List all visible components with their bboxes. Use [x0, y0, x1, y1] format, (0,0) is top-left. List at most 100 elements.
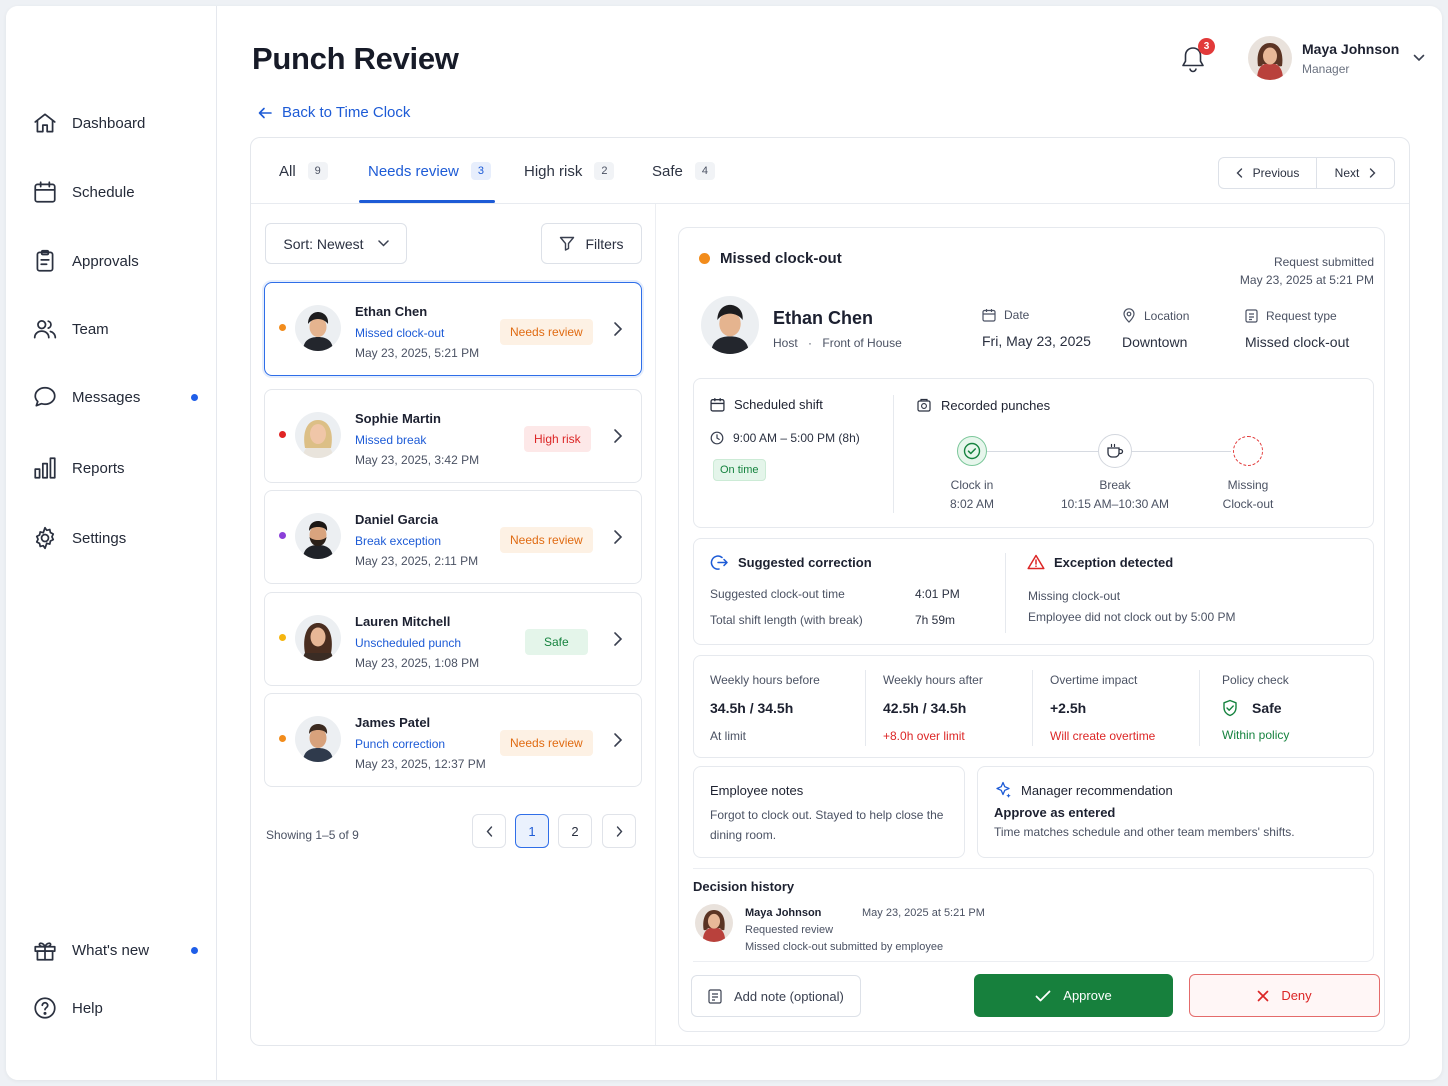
gift-icon	[34, 942, 56, 961]
exception-label: Exception detected	[1054, 554, 1174, 570]
manager-recommendation-section: Manager recommendation Approve as entere…	[977, 766, 1374, 858]
chevron-right-icon	[614, 429, 623, 443]
add-note-input[interactable]: Add note (optional)	[691, 975, 861, 1017]
next-button[interactable]: Next	[1317, 158, 1394, 188]
calendar-icon	[34, 181, 56, 203]
metric-weekly-before: Weekly hours before 34.5h / 34.5h At lim…	[710, 673, 820, 743]
meta-request-type: Request type Missed clock-out	[1245, 308, 1349, 351]
status-dot	[279, 634, 286, 641]
sparkle-icon	[996, 781, 1011, 798]
note-icon	[708, 988, 722, 1004]
event-type: Missed break	[355, 433, 427, 447]
hours-metrics-section: Weekly hours before 34.5h / 34.5h At lim…	[693, 655, 1374, 758]
sidebar-item-whats-new[interactable]: What's new	[32, 935, 198, 965]
clipboard-icon	[1245, 309, 1258, 323]
avatar	[295, 615, 341, 661]
filters-label: Filters	[585, 235, 624, 252]
new-dot	[191, 947, 198, 954]
approve-button[interactable]: Approve	[974, 974, 1173, 1017]
employee-name: James Patel	[355, 715, 431, 730]
metric-label: Overtime impact	[1050, 673, 1138, 687]
metric-value: Safe	[1252, 700, 1282, 716]
tab-high-risk[interactable]: High risk 2	[524, 160, 615, 182]
punch-label: Missing	[1227, 478, 1269, 492]
metric-sub: Within policy	[1222, 728, 1290, 742]
status-badge: Safe	[525, 629, 588, 655]
employee-notes-section: Employee notes Forgot to clock out. Stay…	[693, 766, 965, 858]
filters-button[interactable]: Filters	[541, 223, 642, 264]
history-detail: Missed clock-out submitted by employee	[745, 941, 944, 953]
next-label: Next	[1334, 166, 1360, 180]
calendar-icon	[710, 398, 725, 412]
warning-icon	[1027, 554, 1045, 570]
clock-icon	[710, 431, 724, 445]
exception-line-1: Missing clock-out	[1028, 589, 1121, 603]
sidebar-item-messages[interactable]: Messages	[32, 382, 198, 412]
sidebar-item-help[interactable]: Help	[32, 993, 198, 1023]
chevron-left-icon	[486, 825, 492, 837]
divider	[1032, 670, 1033, 746]
users-icon	[33, 320, 57, 339]
punch-clock-icon	[917, 398, 931, 412]
correction-section: Suggested correction Suggested clock-out…	[693, 538, 1374, 645]
user-menu[interactable]: Maya Johnson Manager	[1248, 36, 1425, 80]
user-role: Manager	[1302, 61, 1350, 76]
page-prev-button[interactable]	[472, 814, 506, 848]
tab-safe[interactable]: Safe 4	[652, 160, 715, 182]
back-to-time-clock-link[interactable]: Back to Time Clock	[258, 104, 410, 121]
tab-needs-review[interactable]: Needs review 3	[368, 160, 491, 182]
list-item[interactable]: James Patel Punch correction May 23, 202…	[264, 693, 642, 787]
event-type: Punch correction	[355, 737, 446, 751]
punch-detail-panel: Missed clock-out Request submitted May 2…	[678, 227, 1385, 1032]
event-datetime: May 23, 2025, 3:42 PM	[355, 453, 480, 467]
list-item[interactable]: Lauren Mitchell Unscheduled punch May 23…	[264, 592, 642, 686]
tab-all[interactable]: All 9	[279, 160, 328, 182]
metric-label: Weekly hours before	[710, 673, 820, 687]
metric-label: Weekly hours after	[883, 673, 983, 687]
shift-punches-section: Scheduled shift 9:00 AM – 5:00 PM (8h) O…	[693, 378, 1374, 528]
scheduled-time-value: 9:00 AM – 5:00 PM (8h)	[733, 431, 860, 445]
clipboard-icon	[36, 249, 54, 272]
divider	[1005, 553, 1006, 633]
divider	[865, 670, 866, 746]
page-2-button[interactable]: 2	[558, 814, 592, 848]
list-item[interactable]: Sophie Martin Missed break May 23, 2025,…	[264, 389, 642, 483]
page-next-button[interactable]	[602, 814, 636, 848]
separator-dot: ·	[808, 336, 813, 350]
employee-notes-title: Employee notes	[710, 783, 804, 798]
list-item[interactable]: Daniel Garcia Break exception May 23, 20…	[264, 490, 642, 584]
status-badge: Needs review	[500, 527, 593, 553]
event-datetime: May 23, 2025, 5:21 PM	[355, 346, 480, 360]
review-card: All 9 Needs review 3 High risk 2 Safe 4	[250, 137, 1410, 1046]
previous-button[interactable]: Previous	[1219, 158, 1317, 188]
suggested-clockout-label: Suggested clock-out time	[710, 587, 845, 601]
page-1-button[interactable]: 1	[515, 814, 549, 848]
sidebar-item-approvals[interactable]: Approvals	[32, 246, 198, 276]
metric-sub: At limit	[710, 729, 746, 743]
avatar	[295, 412, 341, 458]
calendar-icon	[982, 309, 996, 322]
tab-count: 3	[470, 162, 491, 180]
deny-label: Deny	[1281, 988, 1312, 1003]
metric-overtime: Overtime impact +2.5h Will create overti…	[1050, 673, 1155, 743]
sidebar-item-dashboard[interactable]: Dashboard	[32, 108, 198, 138]
timeline-connector	[1131, 451, 1231, 452]
deny-button[interactable]: Deny	[1189, 974, 1380, 1017]
decision-history-section: Decision history Maya Johnson May 23, 20…	[693, 868, 1374, 962]
suggested-correction-title: Suggested correction	[710, 554, 872, 571]
sort-dropdown[interactable]: Sort: Newest	[265, 223, 407, 264]
sidebar-item-reports[interactable]: Reports	[32, 453, 198, 483]
meta-location: Location Downtown	[1122, 308, 1189, 350]
metric-sub: +8.0h over limit	[883, 729, 965, 743]
tab-label: Needs review	[368, 162, 459, 180]
sidebar-item-label: Help	[72, 999, 103, 1017]
chat-icon	[34, 386, 56, 407]
sidebar-item-team[interactable]: Team	[32, 314, 198, 344]
sidebar-item-schedule[interactable]: Schedule	[32, 177, 198, 207]
avatar	[295, 513, 341, 559]
employee-name: Ethan Chen	[773, 308, 874, 328]
sidebar-item-settings[interactable]: Settings	[32, 523, 198, 553]
sort-label: Sort: Newest	[283, 235, 364, 252]
list-item[interactable]: Ethan Chen Missed clock-out May 23, 2025…	[264, 282, 642, 376]
employee-notes-text: Forgot to clock out. Stayed to help clos…	[710, 808, 944, 842]
